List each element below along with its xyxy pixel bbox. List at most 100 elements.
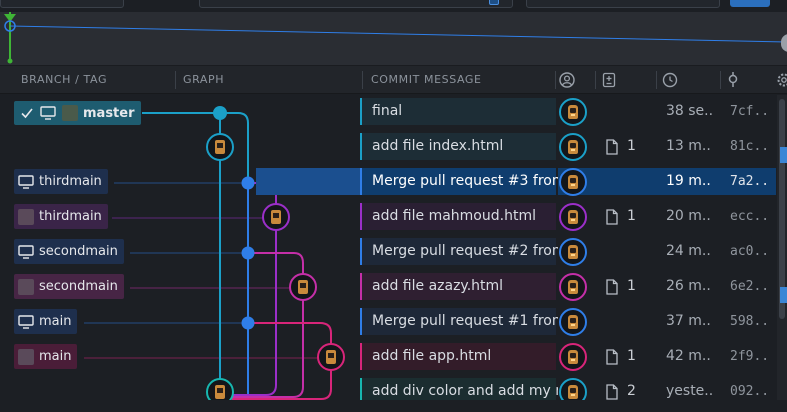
monitor-icon — [40, 106, 56, 120]
commit-row[interactable]: secondmain add file azazy.html 1 26 m...… — [0, 270, 787, 305]
file-diff-icon[interactable] — [601, 72, 617, 88]
file-icon — [606, 138, 618, 155]
commit-sha: 598... — [730, 314, 770, 329]
commit-avatar-node[interactable] — [261, 202, 291, 232]
branch-label: secondmain — [39, 244, 118, 259]
commit-avatar-node[interactable] — [205, 132, 235, 162]
commit-time: 38 se... — [666, 103, 712, 119]
commit-sha: 7cf... — [730, 104, 770, 119]
commit-time: 24 m... — [666, 243, 712, 259]
header-commit-message[interactable]: COMMIT MESSAGE — [371, 66, 482, 94]
toolbar-field-right[interactable] — [526, 0, 720, 8]
monitor-icon — [18, 244, 34, 259]
file-count: 1 — [605, 273, 636, 300]
commit-node[interactable] — [210, 103, 230, 123]
branch-label: thirdmain — [39, 209, 102, 224]
file-count: 1 — [605, 203, 636, 230]
header-separator[interactable] — [175, 71, 176, 89]
author-avatar[interactable] — [559, 238, 587, 266]
check-icon — [21, 108, 33, 119]
file-count: 1 — [605, 133, 636, 160]
column-header: BRANCH / TAG GRAPH COMMIT MESSAGE — [0, 66, 787, 94]
header-separator[interactable] — [362, 71, 363, 89]
branch-chip-master[interactable]: master — [14, 101, 141, 125]
commit-avatar-node[interactable] — [316, 342, 346, 372]
header-separator[interactable] — [656, 71, 657, 89]
avatar — [18, 348, 34, 365]
person-circle-icon[interactable] — [559, 72, 575, 88]
commit-row[interactable]: main Merge pull request #1 from 37 m... … — [0, 305, 787, 340]
graph-minimap[interactable] — [0, 12, 787, 66]
toolbar-primary-button[interactable] — [730, 0, 770, 7]
author-avatar[interactable] — [559, 343, 587, 371]
commit-message: final — [372, 103, 403, 119]
author-avatar[interactable] — [559, 203, 587, 231]
commit-message: Merge pull request #3 from — [372, 173, 558, 189]
scroll-marker — [780, 147, 787, 163]
commit-row[interactable]: secondmain Merge pull request #2 from 24… — [0, 235, 787, 270]
avatar — [18, 278, 34, 295]
scroll-thumb[interactable] — [779, 99, 785, 319]
commit-message: add file index.html — [372, 138, 504, 154]
commit-avatar-node[interactable] — [288, 272, 318, 302]
vertical-scrollbar[interactable] — [777, 95, 787, 412]
header-separator[interactable] — [595, 71, 596, 89]
toolbar-field-left[interactable] — [0, 0, 124, 8]
file-icon — [606, 278, 618, 295]
branch-chip-secondmain-remote[interactable]: secondmain — [14, 274, 124, 299]
commit-sha: 81c... — [730, 139, 770, 154]
commit-row[interactable]: main add file app.html 1 42 m... 2f9... — [0, 340, 787, 375]
author-avatar[interactable] — [559, 133, 587, 161]
commit-sha: 7a2... — [730, 174, 770, 189]
search-field[interactable] — [199, 0, 513, 8]
commit-time: 19 m... — [666, 173, 712, 189]
file-count: 1 — [605, 343, 636, 370]
commit-icon[interactable] — [725, 72, 741, 88]
commit-message: add file azazy.html — [372, 278, 504, 294]
commit-row[interactable]: add file index.html 1 13 m... 81c... — [0, 130, 787, 165]
clock-icon[interactable] — [662, 72, 678, 88]
file-icon — [606, 383, 618, 400]
branch-chip-secondmain-local[interactable]: secondmain — [14, 239, 124, 264]
commit-message: Merge pull request #2 from — [372, 243, 558, 259]
commit-time: 26 m... — [666, 278, 712, 294]
branch-chip-thirdmain-remote[interactable]: thirdmain — [14, 204, 108, 229]
author-avatar[interactable] — [559, 168, 587, 196]
branch-label: secondmain — [39, 279, 118, 294]
monitor-icon — [18, 314, 34, 329]
branch-label: master — [83, 105, 135, 121]
gear-icon[interactable] — [776, 72, 787, 88]
avatar — [62, 105, 78, 121]
scroll-marker — [780, 287, 787, 303]
author-avatar[interactable] — [559, 273, 587, 301]
branch-chip-main-remote[interactable]: main — [14, 344, 78, 369]
author-avatar[interactable] — [559, 308, 587, 336]
branch-label: thirdmain — [39, 174, 102, 189]
header-branch-tag[interactable]: BRANCH / TAG — [21, 66, 107, 94]
header-separator[interactable] — [555, 71, 556, 89]
commit-row-selected[interactable]: thirdmain Merge pull request #3 from 19 … — [0, 165, 787, 200]
commit-time: 20 m... — [666, 208, 712, 224]
search-option-toggle[interactable] — [489, 0, 499, 5]
merge-node[interactable] — [240, 245, 256, 261]
avatar — [18, 208, 34, 225]
merge-node[interactable] — [240, 315, 256, 331]
file-icon — [606, 208, 618, 225]
status-strip — [0, 400, 787, 412]
header-graph[interactable]: GRAPH — [183, 66, 224, 94]
commit-sha: ecc... — [730, 209, 770, 224]
branch-chip-main-local[interactable]: main — [14, 309, 78, 334]
commit-list: master final 38 se... 7cf... add file in… — [0, 95, 787, 412]
gitkraken-window: BRANCH / TAG GRAPH COMMIT MESSAGE master… — [0, 0, 787, 412]
commit-sha: 2f9... — [730, 349, 770, 364]
commit-message: add file mahmoud.html — [372, 208, 536, 224]
commit-row[interactable]: thirdmain add file mahmoud.html 1 20 m..… — [0, 200, 787, 235]
top-toolbar — [0, 0, 787, 12]
header-separator[interactable] — [720, 71, 721, 89]
author-avatar[interactable] — [559, 98, 587, 126]
merge-node[interactable] — [240, 175, 256, 191]
commit-row[interactable]: master final 38 se... 7cf... — [0, 95, 787, 130]
commit-time: 13 m... — [666, 138, 712, 154]
commit-time: 42 m... — [666, 348, 712, 364]
branch-chip-thirdmain-local[interactable]: thirdmain — [14, 169, 108, 194]
